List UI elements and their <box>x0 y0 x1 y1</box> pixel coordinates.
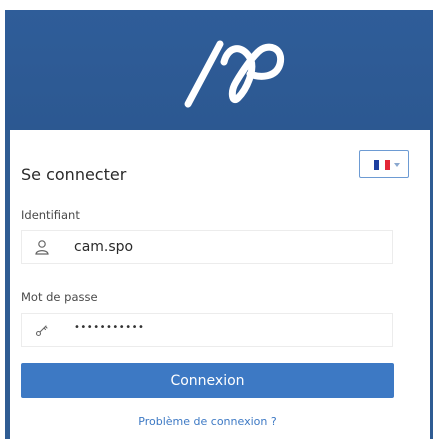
flag-stripe-red <box>384 160 390 170</box>
user-icon <box>22 231 62 263</box>
username-value: cam.spo <box>74 239 134 255</box>
password-value: ••••••••••• <box>74 322 145 333</box>
login-title: Se connecter <box>21 165 127 184</box>
password-field[interactable]: ••••••••••• <box>21 313 393 347</box>
top-strip <box>0 0 448 10</box>
connect-button[interactable]: Connexion <box>21 363 394 398</box>
chevron-down-icon <box>394 163 400 167</box>
login-card: Se connecter Identifiant cam.spo Mot de … <box>10 130 430 439</box>
username-field[interactable]: cam.spo <box>21 230 393 264</box>
username-label: Identifiant <box>21 208 80 222</box>
password-label: Mot de passe <box>21 290 98 304</box>
header-banner <box>5 10 433 130</box>
login-frame: Se connecter Identifiant cam.spo Mot de … <box>5 10 433 439</box>
flag-fr-icon <box>374 160 390 170</box>
key-icon <box>22 314 62 346</box>
login-problem-link[interactable]: Problème de connexion ? <box>10 415 405 428</box>
language-select[interactable] <box>359 150 409 178</box>
brand-logo <box>184 40 285 108</box>
